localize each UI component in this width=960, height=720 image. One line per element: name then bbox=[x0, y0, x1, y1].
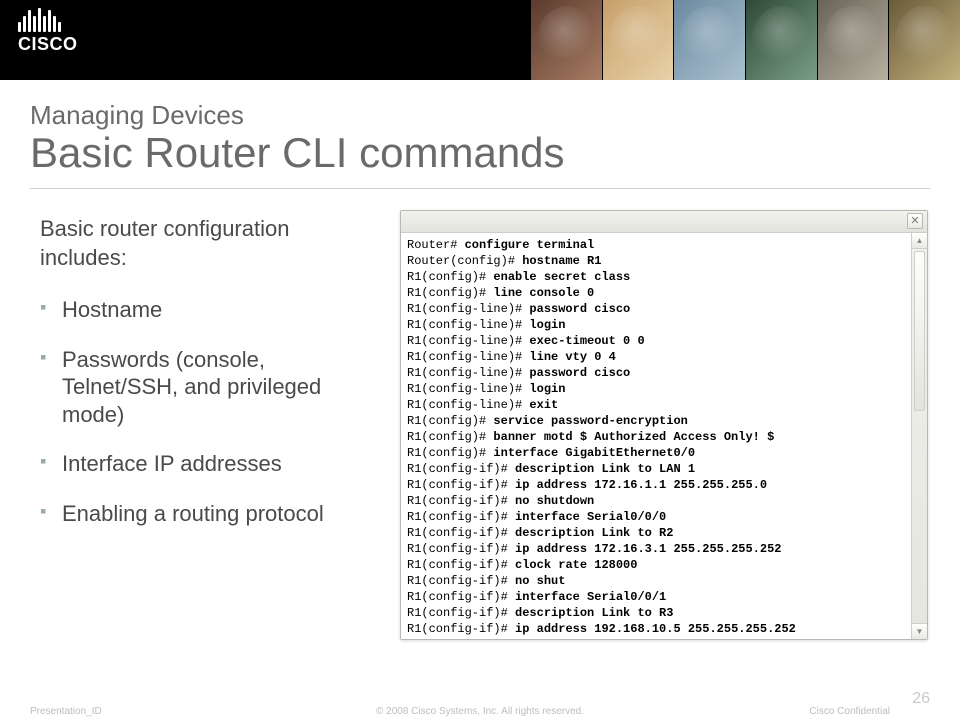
terminal-line: R1(config-line)# password cisco bbox=[407, 301, 905, 317]
terminal-line: R1(config-if)# clock rate 128000 bbox=[407, 557, 905, 573]
terminal-line: R1(config)# service password-encryption bbox=[407, 413, 905, 429]
lead-text: Basic router configuration includes: bbox=[40, 215, 380, 272]
terminal-line: R1(config-if)# description Link to R3 bbox=[407, 605, 905, 621]
terminal-line: Router(config)# hostname R1 bbox=[407, 253, 905, 269]
bullet-list: Hostname Passwords (console, Telnet/SSH,… bbox=[40, 296, 380, 527]
cisco-logo-wordmark: CISCO bbox=[18, 34, 78, 55]
terminal-line: R1(config-if)# description Link to R2 bbox=[407, 525, 905, 541]
terminal-titlebar: ✕ bbox=[401, 211, 927, 233]
overline: Managing Devices bbox=[30, 100, 930, 131]
terminal-line: R1(config-if)# interface Serial0/0/1 bbox=[407, 589, 905, 605]
list-item: Enabling a routing protocol bbox=[40, 500, 380, 528]
header-photo-thumb bbox=[530, 0, 602, 80]
body-text-column: Basic router configuration includes: Hos… bbox=[40, 215, 380, 549]
terminal-line: R1(config-line)# exec-timeout 0 0 bbox=[407, 333, 905, 349]
terminal-line: R1(config-if)# interface Serial0/0/0 bbox=[407, 509, 905, 525]
terminal-line: R1(config-line)# login bbox=[407, 381, 905, 397]
terminal-line: R1(config-if)# ip address 172.16.3.1 255… bbox=[407, 541, 905, 557]
terminal-line: R1(config-if)# ip address 172.16.1.1 255… bbox=[407, 477, 905, 493]
cisco-logo: CISCO bbox=[18, 8, 78, 55]
header-photo-thumb bbox=[745, 0, 817, 80]
cisco-logo-bars-icon bbox=[18, 8, 63, 32]
heading-block: Managing Devices Basic Router CLI comman… bbox=[30, 100, 930, 177]
header-photo-thumb bbox=[673, 0, 745, 80]
slide: CISCO Managing Devices Basic Router CLI … bbox=[0, 0, 960, 720]
terminal-line: R1(config-if)# description Link to LAN 1 bbox=[407, 461, 905, 477]
header-band: CISCO bbox=[0, 0, 960, 80]
list-item: Interface IP addresses bbox=[40, 450, 380, 478]
footer-right: Cisco Confidential bbox=[809, 706, 890, 717]
terminal-scrollbar[interactable]: ▲ ▼ bbox=[911, 233, 927, 639]
terminal-line: R1(config)# line console 0 bbox=[407, 285, 905, 301]
terminal-line: R1(config-line)# exit bbox=[407, 397, 905, 413]
terminal-line: R1(config-if)# ip address 192.168.10.5 2… bbox=[407, 621, 905, 637]
terminal-line: R1(config-if)# no shut bbox=[407, 573, 905, 589]
list-item: Hostname bbox=[40, 296, 380, 324]
terminal-window: ✕ Router# configure terminalRouter(confi… bbox=[400, 210, 928, 640]
footer-center: © 2008 Cisco Systems, Inc. All rights re… bbox=[30, 706, 930, 717]
terminal-output: Router# configure terminalRouter(config)… bbox=[401, 233, 911, 639]
terminal-line: R1(config-if)# no shutdown bbox=[407, 493, 905, 509]
header-photo-thumb bbox=[817, 0, 889, 80]
scroll-up-arrow-icon[interactable]: ▲ bbox=[912, 233, 927, 249]
terminal-line: R1(config-line)# password cisco bbox=[407, 365, 905, 381]
terminal-line: R1(config-line)# login bbox=[407, 317, 905, 333]
page-number: 26 bbox=[912, 690, 930, 708]
close-icon[interactable]: ✕ bbox=[907, 213, 923, 229]
header-photo-thumb bbox=[602, 0, 674, 80]
terminal-line: Router# configure terminal bbox=[407, 237, 905, 253]
divider bbox=[30, 188, 930, 189]
terminal-line: R1(config)# banner motd $ Authorized Acc… bbox=[407, 429, 905, 445]
terminal-line: R1(config-line)# line vty 0 4 bbox=[407, 349, 905, 365]
terminal-line: R1(config)# enable secret class bbox=[407, 269, 905, 285]
scroll-thumb[interactable] bbox=[914, 251, 925, 411]
header-photo-thumb bbox=[888, 0, 960, 80]
page-title: Basic Router CLI commands bbox=[30, 129, 930, 177]
list-item: Passwords (console, Telnet/SSH, and priv… bbox=[40, 346, 380, 429]
header-photo-strip bbox=[530, 0, 960, 80]
scroll-down-arrow-icon[interactable]: ▼ bbox=[912, 623, 927, 639]
terminal-line: R1(config)# interface GigabitEthernet0/0 bbox=[407, 445, 905, 461]
